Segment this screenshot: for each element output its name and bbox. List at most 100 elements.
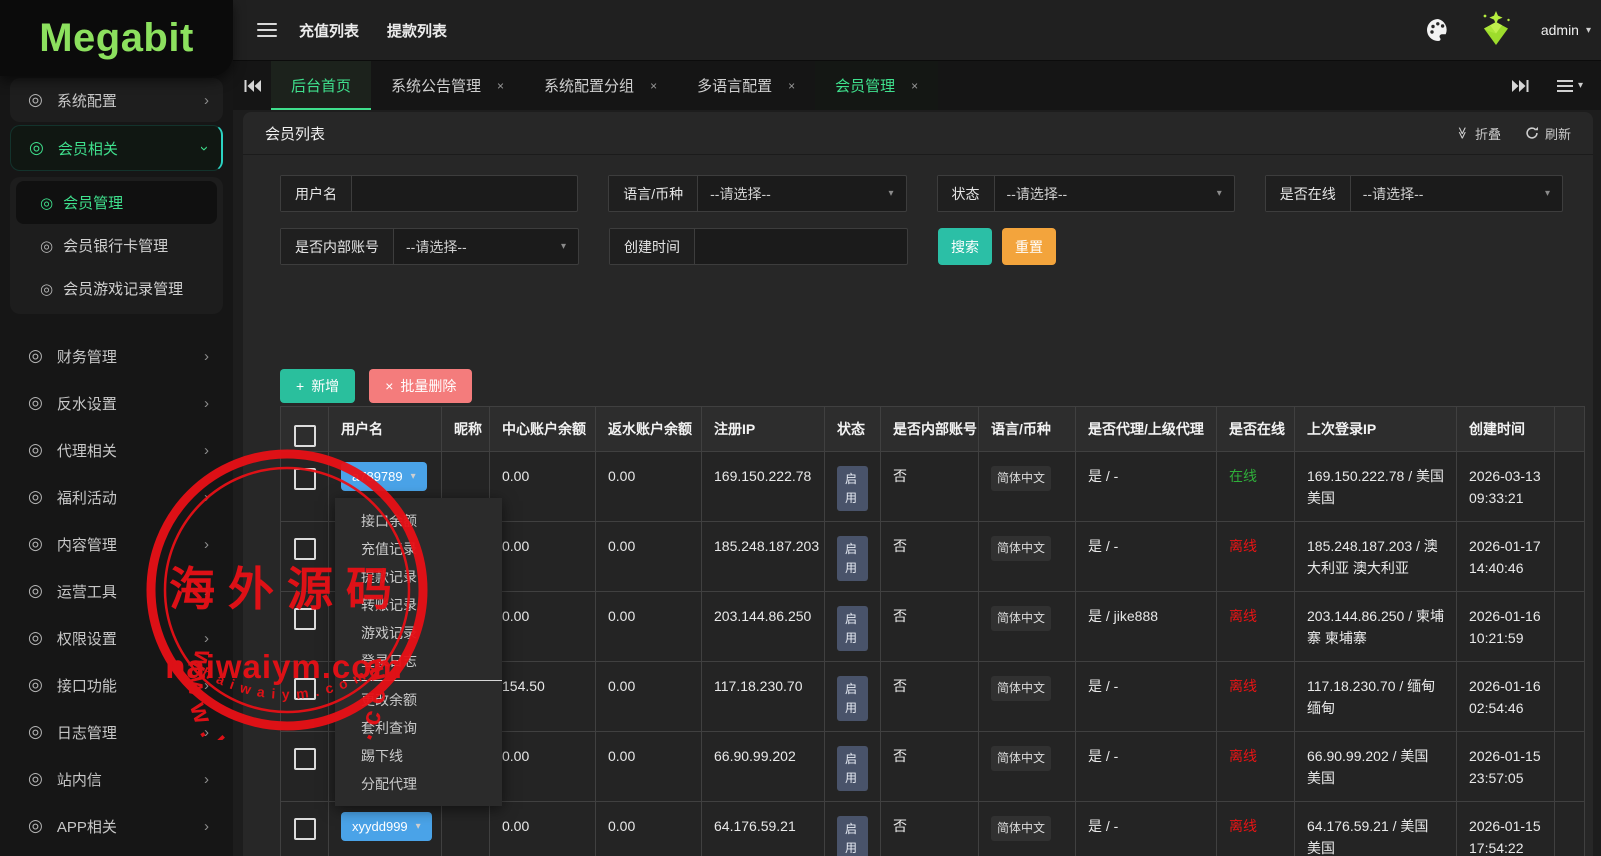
refresh-button[interactable]: 刷新 [1525,124,1571,143]
tab-dashboard[interactable]: 后台首页 [271,61,372,110]
last-login-ip-cell: 169.150.222.78 / 美国 美国 [1294,451,1457,522]
created-time-input[interactable] [707,237,895,256]
menu-item-change-balance[interactable]: 更改余额 [335,686,502,714]
sidebar-item-ad-links[interactable]: ◎广告超链接› [10,851,223,856]
last-login-ip-cell: 117.18.230.70 / 缅甸 缅甸 [1294,661,1457,732]
brand-logo-text: Megabit [39,15,194,60]
column-header: 返水账户余额 [595,406,702,452]
ring-icon: ◎ [28,534,43,553]
scroll-tabs-end-icon[interactable] [1511,79,1529,93]
add-button[interactable]: + 新增 [280,369,356,403]
row-checkbox[interactable] [293,748,316,770]
filter-internal-account[interactable]: 是否内部账号 --请选择-- ▾ [280,228,579,265]
batch-delete-button[interactable]: × 批量删除 [369,369,473,403]
online-status: 在线 [1229,468,1257,484]
ring-icon: ◎ [28,675,43,694]
register-ip-cell: 203.144.86.250 [701,591,825,662]
tab-announcements[interactable]: 系统公告管理 × [371,61,524,110]
search-button[interactable]: 搜索 [938,228,992,265]
tab-options-icon[interactable]: ▾ [1556,79,1583,92]
username-dropdown-button[interactable]: a789789 ▾ [341,462,427,491]
refresh-icon [1526,126,1538,139]
select-all-checkbox[interactable] [293,424,316,447]
row-checkbox[interactable] [293,678,316,700]
chevron-down-icon: ▾ [410,471,416,482]
nickname-cell [441,801,490,856]
close-icon[interactable]: × [911,79,918,93]
filter-username: 用户名 [280,175,579,212]
diamond-icon[interactable] [1475,9,1517,51]
sidebar-item-system-config[interactable]: ◎ 系统配置 › [10,78,223,122]
language-badge: 简体中文 [991,746,1052,771]
tab-multilanguage[interactable]: 多语言配置 × [677,61,815,110]
filter-status[interactable]: 状态 --请选择-- ▾ [936,175,1235,212]
tab-config-groups[interactable]: 系统配置分组 × [524,61,677,110]
column-header [1554,406,1585,452]
column-header: 是否在线 [1216,406,1295,452]
username-input[interactable] [364,184,566,203]
sidebar-item-welfare[interactable]: ◎ 福利活动 › [10,475,223,519]
sidebar-toggle-icon[interactable] [257,23,277,37]
panel-tools: ≫ 折叠 刷新 [1456,124,1571,143]
menu-item-transfer-records[interactable]: 转账记录 [335,591,502,619]
sidebar-item-finance[interactable]: ◎ 财务管理 › [10,334,223,378]
chevron-down-icon: ▾ [415,821,421,832]
filter-online[interactable]: 是否在线 --请选择-- ▾ [1264,175,1563,212]
agent-cell: 是 / jike888 [1075,591,1217,662]
close-icon[interactable]: × [650,79,657,93]
row-checkbox[interactable] [293,608,316,630]
sidebar-item-api-functions[interactable]: ◎ 接口功能 › [10,663,223,707]
sidebar-item-permissions[interactable]: ◎ 权限设置 › [10,616,223,660]
created-time-cell: 2026-01-17 14:40:46 [1456,521,1555,592]
page-title: 会员列表 [265,125,326,143]
menu-item-login-logs[interactable]: 登录日志 [335,647,502,675]
internal-cell: 否 [880,521,979,592]
theme-palette-icon[interactable] [1425,17,1451,43]
menu-item-arbitrage-query[interactable]: 套利查询 [335,714,502,742]
status-badge: 启用 [837,536,868,582]
sidebar-item-agent[interactable]: ◎ 代理相关 › [10,428,223,472]
tab-member-manage[interactable]: 会员管理 × [815,61,939,110]
created-time-cell: 2026-01-16 10:21:59 [1456,591,1555,662]
menu-item-recharge-records[interactable]: 充值记录 [335,535,502,563]
double-chevron-down-icon: ≫ [1455,126,1470,140]
sidebar-item-site-message[interactable]: ◎ 站内信 › [10,757,223,801]
user-menu[interactable]: admin ▾ [1541,22,1591,38]
brand-logo[interactable]: Megabit [0,0,233,76]
reset-button[interactable]: 重置 [1002,228,1056,265]
center-balance-cell: 0.00 [489,801,596,856]
scroll-tabs-start-icon[interactable] [233,61,271,110]
language-badge: 简体中文 [991,536,1052,561]
sidebar-item-rebate[interactable]: ◎ 反水设置 › [10,381,223,425]
row-checkbox[interactable] [293,538,316,560]
username-dropdown-button[interactable]: xyydd999 ▾ [341,812,432,841]
chevron-down-icon: › [196,145,213,151]
sidebar-item-logs[interactable]: ◎ 日志管理 › [10,710,223,754]
sidebar-item-member-bankcard[interactable]: ◎ 会员银行卡管理 [16,224,217,267]
sidebar-item-operation-tools[interactable]: ◎ 运营工具 › [10,569,223,613]
last-login-ip-cell: 64.176.59.21 / 美国 美国 [1294,801,1457,856]
chevron-right-icon: › [204,535,209,553]
row-checkbox[interactable] [293,818,316,840]
sidebar-item-member-manage[interactable]: ◎ 会员管理 [16,181,217,224]
topbar: 充值列表 提款列表 admin ▾ [233,0,1601,61]
sidebar-item-member-related[interactable]: ◎ 会员相关 › [10,125,223,171]
sidebar-item-member-game-records[interactable]: ◎ 会员游戏记录管理 [16,267,217,310]
topbar-right: admin ▾ [1425,9,1601,51]
filter-language[interactable]: 语言/币种 --请选择-- ▾ [608,175,907,212]
sidebar-item-app[interactable]: ◎ APP相关 › [10,804,223,848]
nav-withdraw-list[interactable]: 提款列表 [387,20,447,41]
close-icon[interactable]: × [788,79,795,93]
menu-item-assign-agent[interactable]: 分配代理 [335,770,502,798]
menu-item-api-balance[interactable]: 接口余额 [335,507,502,535]
close-icon[interactable]: × [497,79,504,93]
sidebar-item-content[interactable]: ◎ 内容管理 › [10,522,223,566]
menu-item-game-records[interactable]: 游戏记录 [335,619,502,647]
row-checkbox[interactable] [293,468,316,490]
collapse-button[interactable]: ≫ 折叠 [1456,124,1501,143]
nav-recharge-list[interactable]: 充值列表 [299,20,359,41]
select-caret-icon: ▾ [1216,188,1222,199]
menu-item-withdraw-records[interactable]: 提款记录 [335,563,502,591]
member-admin-screen: Megabit ◎ 系统配置 › ◎ 会员相关 › ◎ 会员管理 ◎ 会员银行卡 [0,0,1601,856]
menu-item-kick-offline[interactable]: 踢下线 [335,742,502,770]
